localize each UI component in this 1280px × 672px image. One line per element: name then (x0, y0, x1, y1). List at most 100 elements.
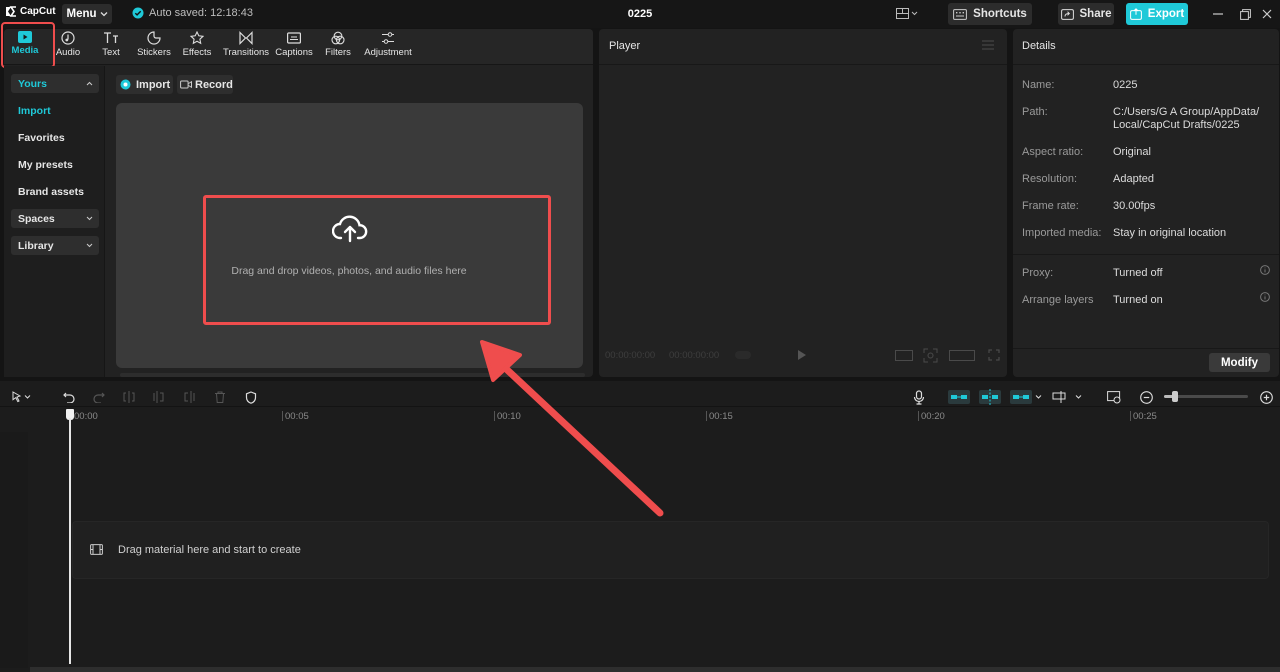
tab-audio[interactable]: Audio (46, 31, 90, 61)
player-panel (599, 29, 1007, 377)
detail-path-value: C:/Users/G A Group/AppData/ Local/CapCut… (1113, 106, 1260, 131)
play-icon[interactable] (797, 349, 807, 361)
microphone-icon[interactable] (911, 389, 927, 405)
tab-stickers[interactable]: Stickers (132, 31, 176, 61)
sidebar-item-brand-assets[interactable]: Brand assets (11, 182, 99, 201)
tab-filters[interactable]: Filters (316, 31, 360, 61)
tab-text[interactable]: Text (89, 31, 133, 61)
preview-axis-icon[interactable] (1052, 389, 1084, 405)
detail-layers-value: Turned on (1113, 294, 1163, 306)
share-button[interactable]: Share (1058, 3, 1114, 25)
import-button[interactable]: Import (116, 75, 173, 94)
sidebar-favorites-label: Favorites (18, 131, 65, 144)
details-title: Details (1022, 40, 1056, 52)
detail-framerate-value: 30.00fps (1113, 200, 1156, 212)
player-title: Player (609, 40, 641, 52)
sidebar-item-my-presets[interactable]: My presets (11, 155, 99, 174)
detail-name-label: Name: (1022, 79, 1055, 91)
split-left-icon[interactable] (151, 389, 167, 405)
plus-circle-icon (120, 79, 131, 90)
layout-icon[interactable] (896, 8, 918, 20)
tab-text-label: Text (102, 47, 120, 58)
check-circle-icon (132, 7, 144, 19)
minimize-icon[interactable] (1210, 6, 1226, 22)
menu-label: Menu (66, 8, 97, 20)
sidebar-item-import[interactable]: Import (11, 101, 99, 120)
thumbnail-icon[interactable] (1106, 389, 1122, 405)
fullscreen-icon[interactable] (988, 349, 1000, 361)
detail-path-label: Path: (1022, 106, 1048, 118)
aspect-ratio-icon[interactable] (949, 350, 975, 361)
linkage-icon[interactable] (1010, 389, 1044, 405)
select-tool-icon[interactable] (10, 389, 32, 405)
close-icon[interactable] (1259, 6, 1275, 22)
menu-button[interactable]: Menu (62, 4, 112, 24)
info-icon[interactable] (1260, 292, 1270, 302)
playhead-line (69, 418, 71, 664)
chevron-down-icon (100, 12, 107, 17)
text-icon (104, 32, 118, 43)
hamburger-icon[interactable] (982, 40, 994, 50)
zoom-fit-icon[interactable] (923, 348, 938, 363)
audio-icon (61, 31, 75, 45)
detail-aspect-value: Original (1113, 146, 1151, 158)
capcut-logo-icon (6, 6, 16, 17)
modify-button[interactable]: Modify (1209, 353, 1270, 372)
annotation-highlight-dropzone (203, 195, 551, 325)
zoom-out-icon[interactable] (1138, 389, 1154, 405)
cloud-upload-icon[interactable] (332, 213, 368, 243)
details-separator (1013, 254, 1279, 255)
auto-snap-icon[interactable] (979, 389, 1001, 405)
camera-icon (180, 80, 192, 89)
ruler-label: 00:05 (285, 411, 309, 422)
sidebar-item-library[interactable]: Library (11, 236, 99, 255)
sidebar-item-yours[interactable]: Yours (11, 74, 99, 93)
undo-icon[interactable] (61, 389, 77, 405)
record-button[interactable]: Record (177, 75, 233, 94)
chevron-up-icon (86, 81, 93, 86)
ruler-tick (706, 411, 707, 421)
detail-name-value: 0225 (1113, 79, 1138, 91)
main-track-drop-text: Drag material here and start to create (118, 544, 301, 556)
ruler-label: 00:15 (709, 411, 733, 422)
keyboard-icon (953, 8, 968, 20)
tab-captions[interactable]: Captions (272, 31, 316, 61)
redo-icon[interactable] (91, 389, 107, 405)
detail-proxy-value: Turned off (1113, 267, 1163, 279)
main-track-magnet-icon[interactable] (948, 389, 970, 405)
share-label: Share (1079, 8, 1112, 20)
shortcuts-button[interactable]: Shortcuts (948, 3, 1032, 25)
film-icon (90, 544, 103, 555)
restore-icon[interactable] (1237, 6, 1253, 22)
timecode-toggle[interactable] (735, 351, 751, 359)
detail-imported-label: Imported media: (1022, 227, 1102, 239)
sidebar-item-favorites[interactable]: Favorites (11, 128, 99, 147)
tab-adjustment[interactable]: Adjustment (362, 31, 414, 61)
ratio-icon[interactable] (895, 350, 913, 361)
sidebar-my-presets-label: My presets (18, 158, 73, 171)
ruler-label: 00:25 (1133, 411, 1157, 422)
split-icon[interactable] (121, 389, 137, 405)
zoom-slider-handle[interactable] (1172, 391, 1178, 402)
export-icon (1129, 8, 1142, 20)
delete-icon[interactable] (212, 389, 228, 405)
sidebar-item-spaces[interactable]: Spaces (11, 209, 99, 228)
sidebar-import-label: Import (18, 104, 51, 117)
tab-effects-label: Effects (182, 47, 212, 58)
shield-icon[interactable] (243, 389, 259, 405)
tab-transitions[interactable]: Transitions (223, 31, 269, 61)
split-right-icon[interactable] (181, 389, 197, 405)
detail-imported-value: Stay in original location (1113, 227, 1227, 239)
tab-effects[interactable]: Effects (175, 31, 219, 61)
modify-label: Modify (1220, 356, 1259, 369)
chevron-down-icon (86, 243, 93, 248)
export-label: Export (1147, 8, 1185, 20)
detail-layers-label: Arrange layers (1022, 294, 1094, 306)
detail-resolution-value: Adapted (1113, 173, 1154, 185)
autosave-text: Auto saved: 12:18:43 (149, 7, 253, 19)
export-button[interactable]: Export (1126, 3, 1188, 25)
sidebar-library-label: Library (18, 239, 54, 252)
timeline-scrollbar[interactable] (30, 667, 1280, 672)
info-icon[interactable] (1260, 265, 1270, 275)
zoom-in-icon[interactable] (1258, 389, 1274, 405)
